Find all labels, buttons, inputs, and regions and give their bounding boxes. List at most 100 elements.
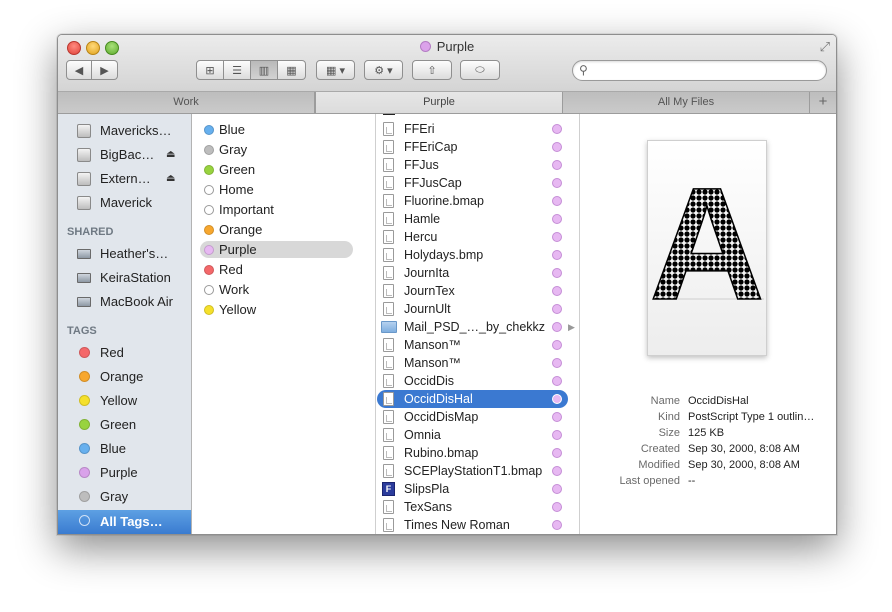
tag-row-purple[interactable]: Purple (192, 240, 375, 260)
eject-icon[interactable]: ⏏ (166, 168, 175, 190)
file-row[interactable]: Times New Roman (376, 516, 579, 534)
file-row[interactable]: FFEriCap (376, 138, 579, 156)
document-icon (383, 140, 394, 154)
purple-tag-dot-icon (552, 232, 562, 242)
sidebar-item-keirastation[interactable]: KeiraStation (58, 267, 191, 289)
file-row[interactable]: Manson™ (376, 336, 579, 354)
file-row[interactable]: F SlipsPla (376, 480, 579, 498)
sidebar-item-bigbac[interactable]: BigBac… ⏏ (58, 144, 191, 166)
eject-icon[interactable]: ⏏ (166, 144, 175, 166)
back-button[interactable]: ◀ (66, 60, 92, 80)
document-icon (383, 302, 394, 316)
document-icon (383, 248, 394, 262)
fullscreen-icon[interactable]: ⤢ (820, 39, 830, 55)
column-view-button[interactable]: ▥ (251, 60, 278, 80)
purple-tag-dot-icon (552, 502, 562, 512)
file-row[interactable]: SCEPlayStationT1.bmap (376, 462, 579, 480)
tag-label: Gray (219, 142, 248, 157)
icon-view-button[interactable]: ⊞ (196, 60, 224, 80)
tag-row-green[interactable]: Green (192, 160, 375, 180)
info-label: Created (640, 443, 680, 455)
sidebar-item-label: KeiraStation (100, 270, 171, 285)
tag-row-home[interactable]: Home (192, 180, 375, 200)
list-view-button[interactable]: ☰ (224, 60, 251, 80)
file-row[interactable]: OccidDisMap (376, 408, 579, 426)
tag-color-dot-icon (204, 245, 214, 255)
document-icon (383, 392, 394, 406)
file-row[interactable]: JournTex (376, 282, 579, 300)
sidebar-tag-green[interactable]: Green (58, 414, 191, 436)
file-row[interactable]: Hercu (376, 228, 579, 246)
tag-row-work[interactable]: Work (192, 280, 375, 300)
sidebar-item-label: All Tags… (100, 514, 163, 529)
file-name: Hamle (404, 212, 441, 226)
file-row[interactable]: JournUlt (376, 300, 579, 318)
file-row[interactable]: Holydays.bmp (376, 246, 579, 264)
tab-all-my-files[interactable]: All My Files (563, 92, 810, 113)
sidebar-item-all-tags[interactable]: All Tags… (58, 510, 191, 534)
file-row[interactable]: TexSans (376, 498, 579, 516)
tag-row-important[interactable]: Important (192, 200, 375, 220)
forward-button[interactable]: ▶ (92, 60, 118, 80)
tag-row-orange[interactable]: Orange (192, 220, 375, 240)
sidebar-item-heathers[interactable]: Heather's… (58, 243, 191, 265)
file-name: OccidDisMap (404, 410, 479, 424)
tag-row-gray[interactable]: Gray (192, 140, 375, 160)
info-row-size: Size 125 KB (600, 425, 836, 441)
search-field[interactable]: ⚲ (572, 60, 827, 81)
info-value: -- (688, 475, 696, 487)
sidebar-tag-yellow[interactable]: Yellow (58, 390, 191, 412)
sidebar-item-macbook-air[interactable]: MacBook Air (58, 291, 191, 313)
new-tab-button[interactable]: + (810, 92, 836, 113)
coverflow-view-button[interactable]: ▦ (278, 60, 306, 80)
tag-label: Green (219, 162, 256, 177)
tag-label: Work (219, 282, 250, 297)
sidebar-tag-red[interactable]: Red (58, 342, 191, 364)
file-name: Fluorine.bmap (404, 194, 484, 208)
file-name: SCEPlayStationT1.bmap (404, 464, 543, 478)
tab-work[interactable]: Work (58, 92, 315, 113)
file-row[interactable]: Fluorine.bmap (376, 192, 579, 210)
purple-tag-dot-icon (552, 412, 562, 422)
file-row[interactable]: OccidDisHal (376, 390, 579, 408)
sidebar-item-label: BigBac… (100, 147, 155, 162)
file-row[interactable]: Omnia (376, 426, 579, 444)
file-row[interactable]: FFJusCap (376, 174, 579, 192)
icon-view-icon: ⊞ (205, 64, 215, 77)
search-input[interactable] (595, 63, 821, 80)
file-name: Rubino.bmap (404, 446, 479, 460)
sidebar-tag-purple[interactable]: Purple (58, 462, 191, 484)
tab-label: Work (173, 96, 199, 108)
sidebar-tag-gray[interactable]: Gray (58, 486, 191, 508)
tab-purple[interactable]: Purple (315, 92, 563, 113)
file-row[interactable]: Rubino.bmap (376, 444, 579, 462)
plus-icon: + (818, 93, 828, 110)
partial-file-icon (383, 114, 395, 115)
arrange-button[interactable]: ▦ ▾ (316, 60, 355, 80)
file-row[interactable]: Mail_PSD_…_by_chekkz ▶ (376, 318, 579, 336)
file-row[interactable]: FFEri (376, 120, 579, 138)
font-glyph-preview: A (648, 153, 765, 334)
file-row[interactable]: OccidDis (376, 372, 579, 390)
gear-icon: ⚙ ▾ (374, 64, 393, 77)
sidebar-item-maverick[interactable]: Maverick (58, 192, 191, 214)
tab-label: All My Files (657, 96, 715, 108)
action-button[interactable]: ⚙ ▾ (364, 60, 403, 80)
tag-row-blue[interactable]: Blue (192, 120, 375, 140)
share-button[interactable]: ⇧ (412, 60, 452, 80)
laptop-icon (77, 297, 91, 307)
file-row[interactable]: Manson™ (376, 354, 579, 372)
edit-tags-button[interactable]: ⬭ (460, 60, 500, 80)
file-row[interactable]: JournIta (376, 264, 579, 282)
sidebar-tag-blue[interactable]: Blue (58, 438, 191, 460)
sidebar-item-mavericks[interactable]: Mavericks… (58, 120, 191, 142)
file-row[interactable]: Hamle (376, 210, 579, 228)
purple-tag-dot-icon (552, 142, 562, 152)
file-name: Omnia (404, 428, 441, 442)
tag-row-yellow[interactable]: Yellow (192, 300, 375, 320)
file-row[interactable]: FFJus (376, 156, 579, 174)
tag-row-red[interactable]: Red (192, 260, 375, 280)
sidebar-tag-orange[interactable]: Orange (58, 366, 191, 388)
sidebar-item-extern[interactable]: Extern… ⏏ (58, 168, 191, 190)
list-view-icon: ☰ (232, 64, 242, 77)
